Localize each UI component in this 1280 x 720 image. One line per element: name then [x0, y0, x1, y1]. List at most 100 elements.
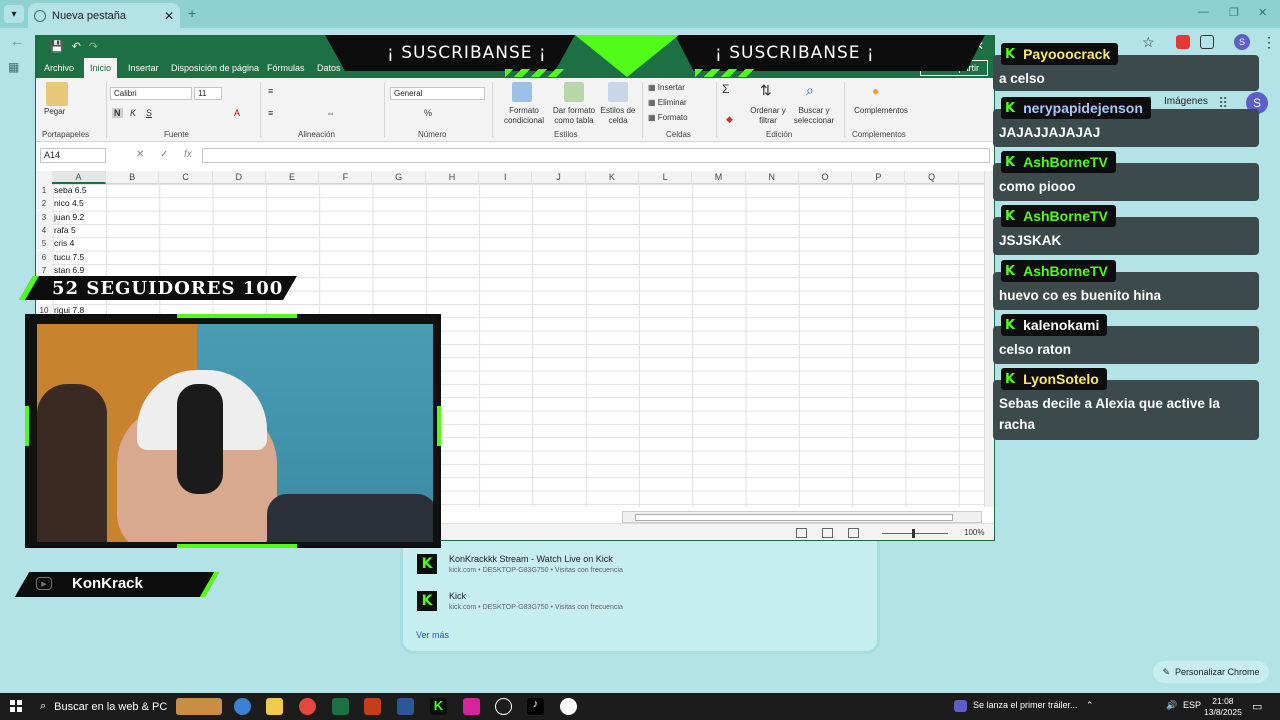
- file-explorer-icon[interactable]: [266, 698, 283, 715]
- column-header[interactable]: O: [799, 171, 853, 184]
- font-color-icon[interactable]: A: [234, 108, 240, 118]
- excel-icon[interactable]: [332, 698, 349, 715]
- font-name-select[interactable]: Calibri: [110, 87, 192, 100]
- obs-icon[interactable]: [495, 698, 512, 715]
- tab-formulas[interactable]: Fórmulas: [267, 63, 305, 73]
- column-header[interactable]: J: [532, 171, 586, 184]
- bold-button[interactable]: N: [112, 108, 123, 118]
- font-size-select[interactable]: 11: [194, 87, 222, 100]
- column-header[interactable]: L: [639, 171, 693, 184]
- cell-a4[interactable]: rafa 5: [54, 224, 76, 237]
- column-header[interactable]: E: [266, 171, 320, 184]
- select-all-corner[interactable]: [36, 171, 52, 184]
- cell-a6[interactable]: tucu 7.5: [54, 251, 84, 264]
- cell-a3[interactable]: juan 9.2: [54, 211, 84, 224]
- addins-button[interactable]: Complementos: [850, 106, 912, 116]
- column-header[interactable]: P: [852, 171, 906, 184]
- row-header[interactable]: 2: [36, 197, 52, 211]
- wps-icon[interactable]: [560, 698, 577, 715]
- powerpoint-icon[interactable]: [364, 698, 381, 715]
- delete-cells-button[interactable]: ▦ Eliminar: [648, 98, 687, 108]
- copilot-icon[interactable]: [234, 698, 251, 715]
- cell-a1[interactable]: seba 6.5: [54, 184, 87, 197]
- autosum-icon[interactable]: Σ: [722, 82, 729, 96]
- bookmark-star-icon[interactable]: ☆: [1142, 34, 1155, 51]
- column-header[interactable]: I: [479, 171, 533, 184]
- clipboard-icon[interactable]: [46, 82, 68, 106]
- conditional-format-button[interactable]: Formato condicional: [502, 106, 546, 126]
- chrome-menu-icon[interactable]: ⋮: [1262, 34, 1276, 51]
- row-header[interactable]: 6: [36, 250, 52, 264]
- tiktok-icon[interactable]: ♪: [527, 698, 544, 715]
- cell-a7[interactable]: stan 6.9: [54, 264, 84, 277]
- news-headline[interactable]: Se lanza el primer tráiler...: [973, 700, 1078, 710]
- page-break-icon[interactable]: [848, 528, 859, 538]
- cell-a5[interactable]: cris 4: [54, 237, 74, 250]
- column-header[interactable]: A: [52, 171, 106, 184]
- word-icon[interactable]: [397, 698, 414, 715]
- customize-chrome-button[interactable]: ✎ Personalizar Chrome: [1153, 661, 1269, 683]
- column-header[interactable]: F: [319, 171, 373, 184]
- redo-icon[interactable]: ↷: [89, 40, 98, 53]
- insert-cells-button[interactable]: ▦ Insertar: [648, 83, 685, 93]
- underline-button[interactable]: S: [146, 108, 152, 118]
- windows-start-icon[interactable]: [10, 700, 22, 712]
- column-header[interactable]: C: [159, 171, 213, 184]
- format-table-button[interactable]: Dar formato como tabla: [548, 106, 600, 126]
- undo-icon[interactable]: ↶: [72, 40, 81, 53]
- browser-tab[interactable]: Nueva pestaña ✕: [28, 3, 180, 28]
- back-icon[interactable]: ←: [10, 33, 24, 49]
- apps-shortcut-icon[interactable]: ▦: [8, 60, 19, 74]
- images-link[interactable]: Imágenes: [1164, 96, 1208, 107]
- format-cells-button[interactable]: ▦ Formato: [648, 113, 688, 123]
- number-format-select[interactable]: General: [390, 87, 485, 100]
- tab-insertar[interactable]: Insertar: [128, 63, 159, 73]
- zoom-slider-thumb[interactable]: [912, 529, 915, 538]
- zoom-slider[interactable]: [882, 533, 948, 534]
- tab-disposicion[interactable]: Disposición de página: [171, 63, 259, 73]
- maximize-icon[interactable]: ❐: [1229, 6, 1239, 19]
- new-tab-icon[interactable]: +: [188, 5, 196, 21]
- save-icon[interactable]: 💾: [50, 40, 64, 53]
- zoom-level[interactable]: 100%: [964, 528, 984, 537]
- close-tab-icon[interactable]: ✕: [164, 9, 174, 23]
- tab-archivo[interactable]: Archivo: [44, 63, 74, 73]
- fx-button[interactable]: fx: [184, 149, 192, 160]
- column-header[interactable]: G: [373, 171, 426, 184]
- column-header[interactable]: Q: [906, 171, 959, 184]
- profile-avatar[interactable]: S: [1234, 34, 1250, 50]
- row-header[interactable]: 5: [36, 237, 52, 251]
- sort-filter-button[interactable]: Ordenar y filtrar: [748, 106, 788, 126]
- suggestion-item[interactable]: K Kick kick.com • DESKTOP-G83G750 • Visi…: [417, 591, 623, 611]
- see-more-link[interactable]: Ver más: [416, 630, 449, 640]
- minimize-icon[interactable]: —: [1198, 6, 1209, 18]
- column-header[interactable]: H: [426, 171, 480, 184]
- cancel-icon[interactable]: ✕: [136, 149, 144, 160]
- merge-icon[interactable]: ⇔: [326, 108, 335, 118]
- tab-search-icon[interactable]: ▾: [4, 5, 24, 23]
- row-header[interactable]: 3: [36, 210, 52, 224]
- row-header[interactable]: 1: [36, 184, 52, 197]
- horizontal-scrollbar[interactable]: [622, 511, 982, 523]
- paste-button[interactable]: Pegar: [44, 107, 65, 117]
- column-header[interactable]: N: [746, 171, 799, 184]
- volume-icon[interactable]: 🔊: [1166, 700, 1177, 711]
- percent-icon[interactable]: %: [424, 108, 432, 118]
- column-header[interactable]: M: [692, 171, 746, 184]
- page-layout-icon[interactable]: [822, 528, 833, 538]
- show-hidden-icons[interactable]: ⌃: [1086, 700, 1094, 711]
- column-header[interactable]: K: [586, 171, 639, 184]
- taskbar-clock[interactable]: 21:08 13/8/2025: [1204, 696, 1242, 718]
- cell-a2[interactable]: nico 4.5: [54, 197, 84, 210]
- enter-icon[interactable]: ✓: [160, 149, 168, 160]
- search-highlight-image[interactable]: [176, 698, 222, 715]
- row-header[interactable]: 4: [36, 223, 52, 237]
- chrome-icon[interactable]: [299, 698, 316, 715]
- normal-view-icon[interactable]: [796, 528, 807, 538]
- formula-input[interactable]: [202, 148, 990, 163]
- find-select-button[interactable]: Buscar y seleccionar: [788, 106, 840, 126]
- column-header[interactable]: B: [106, 171, 160, 184]
- instagram-icon[interactable]: [463, 698, 480, 715]
- suggestion-item[interactable]: K KonKrackkk Stream - Watch Live on Kick…: [417, 554, 623, 574]
- align-left-icon[interactable]: ≡: [268, 108, 273, 118]
